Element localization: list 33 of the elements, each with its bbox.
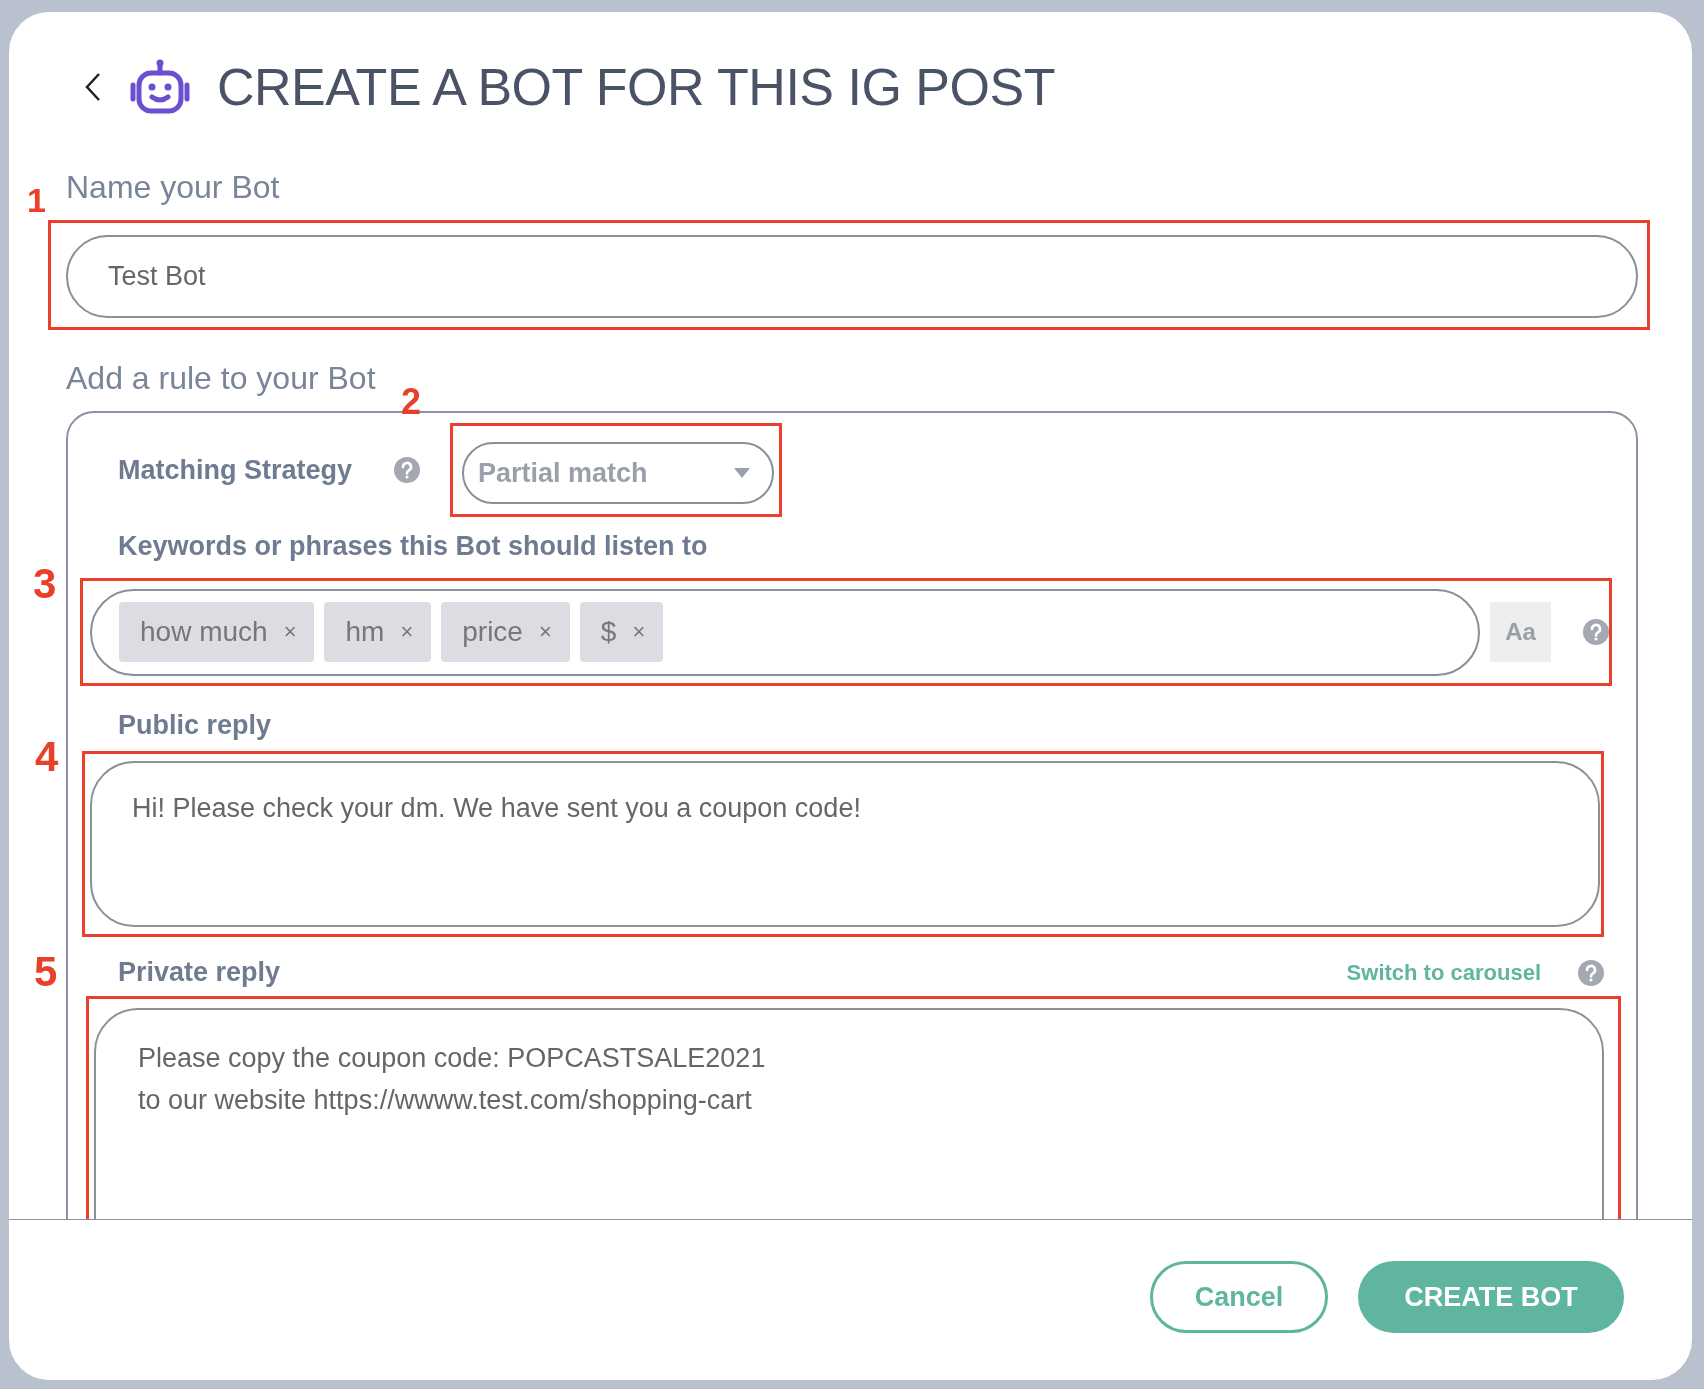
annotation-number: 3 — [33, 563, 57, 605]
section-heading: Add a rule to your Bot — [66, 360, 377, 397]
robot-icon — [129, 58, 191, 115]
dialog-title: CREATE A BOT FOR THIS IG POST — [217, 56, 1055, 117]
help-icon[interactable] — [1578, 959, 1604, 986]
tag-label: $ — [600, 616, 617, 648]
remove-tag-button[interactable]: × — [400, 619, 414, 645]
matching-dropdown[interactable]: Partial match — [462, 442, 775, 504]
tag-label: how much — [140, 616, 268, 648]
remove-tag-button[interactable]: × — [632, 619, 646, 645]
field-label: Matching Strategy — [118, 454, 353, 486]
annotation-number: 2 — [401, 384, 422, 420]
public-reply-field[interactable]: Hi! Please check your dm. We have sent you a coupon code! — [90, 761, 1600, 927]
help-icon[interactable] — [1583, 619, 1609, 645]
help-icon[interactable] — [394, 457, 421, 483]
caret-icon — [734, 468, 751, 478]
create-bot-button[interactable]: CREATE BOT — [1358, 1261, 1624, 1333]
cancel-button[interactable]: Cancel — [1150, 1261, 1328, 1333]
field-label: Keywords or phrases this Bot should listen to — [118, 531, 709, 562]
field-label: Public reply — [118, 710, 273, 741]
switch-to-carousel-link[interactable]: Switch to carousel — [1346, 959, 1541, 986]
remove-tag-button[interactable]: × — [538, 619, 552, 645]
keywords-field[interactable]: how much × hm × price × $ × — [90, 588, 1481, 676]
annotation-number: 5 — [34, 951, 58, 993]
tag-label: hm — [345, 616, 385, 648]
tag-label: price — [462, 616, 523, 648]
remove-tag-button[interactable]: × — [283, 619, 297, 645]
annotation-number: 4 — [35, 736, 59, 778]
annotation-number: 1 — [27, 183, 46, 217]
case-toggle-button[interactable]: Aa — [1490, 602, 1551, 662]
field-label: Name your Bot — [66, 169, 281, 206]
field-label: Private reply — [118, 957, 282, 988]
bot-name-field[interactable]: Test Bot — [66, 235, 1638, 318]
